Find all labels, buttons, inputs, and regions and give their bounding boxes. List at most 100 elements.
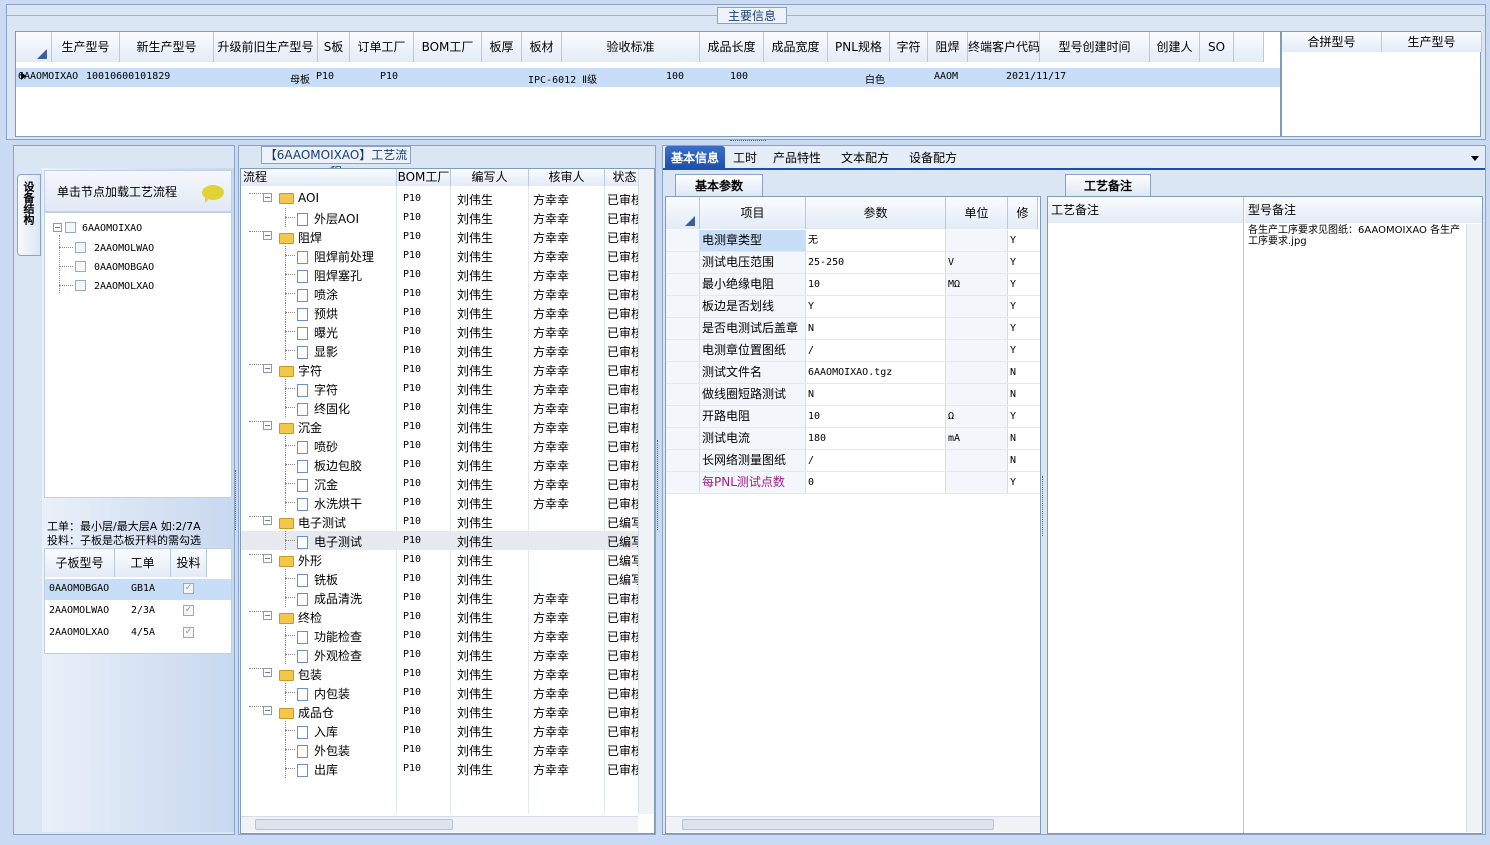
flow-step-row[interactable]: 成品清洗 P10 刘伟生 方幸幸 已审核	[241, 588, 639, 607]
collapse-icon[interactable]: −	[263, 668, 272, 677]
row-header[interactable]	[666, 406, 700, 427]
col-2[interactable]: 升级前旧生产型号	[214, 32, 318, 62]
param-value[interactable]: 25-250	[806, 252, 946, 273]
row-header[interactable]	[666, 296, 700, 317]
params-title[interactable]: 基本参数	[675, 174, 763, 196]
col-12[interactable]: 字符	[890, 32, 928, 62]
param-value[interactable]: 无	[806, 230, 946, 251]
flow-group-row[interactable]: − 成品仓 P10 刘伟生 方幸幸 已审核	[241, 702, 639, 721]
param-col-1[interactable]: 参数	[806, 197, 946, 229]
col-5[interactable]: BOM工厂	[414, 32, 482, 62]
param-row[interactable]: 测试文件名 6AAOMOIXAO.tgz N	[666, 362, 1040, 384]
params-splitter[interactable]	[1042, 476, 1046, 536]
feed-checkbox[interactable]: ✓	[183, 627, 194, 638]
tree-checkbox[interactable]	[75, 242, 86, 253]
col-side-model[interactable]: 生产型号	[1382, 32, 1482, 52]
collapse-icon[interactable]: −	[263, 231, 272, 240]
flow-group-row[interactable]: − 电子测试 P10 刘伟生 已编写	[241, 512, 639, 531]
flow-step-row[interactable]: 板边包胶 P10 刘伟生 方幸幸 已审核	[241, 455, 639, 474]
col-merge-model[interactable]: 合拼型号	[1282, 32, 1382, 52]
horizontal-splitter[interactable]	[730, 140, 766, 144]
flow-col-0[interactable]: 流程	[241, 169, 397, 186]
cell-1[interactable]: 10010600101829	[86, 71, 180, 82]
flow-group-row[interactable]: − 终检 P10 刘伟生 方幸幸 已审核	[241, 607, 639, 626]
param-row[interactable]: 电测章类型无 Y	[666, 230, 1040, 252]
tree-node[interactable]: 0AAOMOBGAO	[59, 258, 154, 274]
collapse-icon[interactable]: −	[263, 554, 272, 563]
collapse-icon[interactable]: −	[263, 611, 272, 620]
tree-checkbox[interactable]	[65, 222, 76, 233]
col-process-remark[interactable]: 工艺备注	[1048, 197, 1244, 223]
row-header[interactable]	[666, 384, 700, 405]
remark-vscroll[interactable]	[1466, 224, 1482, 832]
flow-step-row[interactable]: 显影 P10 刘伟生 方幸幸 已审核	[241, 341, 639, 360]
model-remark-text[interactable]: 各生产工序要求见图纸：6AAOMOIXAO 各生产工序要求.jpg	[1248, 225, 1462, 247]
flow-step-row[interactable]: 预烘 P10 刘伟生 方幸幸 已审核	[241, 303, 639, 322]
col-3[interactable]: S板	[318, 32, 350, 62]
param-value[interactable]: 10	[806, 406, 946, 427]
flow-step-row[interactable]: 喷涂 P10 刘伟生 方幸幸 已审核	[241, 284, 639, 303]
col-17[interactable]: SO	[1200, 32, 1234, 62]
flow-step-row[interactable]: 功能检查 P10 刘伟生 方幸幸 已审核	[241, 626, 639, 645]
param-value[interactable]: 10	[806, 274, 946, 295]
flow-col-1[interactable]: BOM工厂	[397, 169, 451, 186]
col-model-remark[interactable]: 型号备注	[1245, 197, 1482, 223]
param-col-0[interactable]: 项目	[700, 197, 806, 229]
row-header[interactable]	[666, 450, 700, 471]
param-row[interactable]: 开路电阻 10 Ω Y	[666, 406, 1040, 428]
col-10[interactable]: 成品宽度	[764, 32, 828, 62]
cell-12[interactable]: 白色	[856, 71, 894, 86]
param-value[interactable]: Y	[806, 296, 946, 317]
param-col-2[interactable]: 单位	[946, 197, 1008, 229]
sub-row[interactable]: 2AAOMOLXAO 4/5A ✓	[45, 623, 231, 644]
row-header[interactable]	[666, 318, 700, 339]
flow-step-row[interactable]: 铣板 P10 刘伟生 已编写	[241, 569, 639, 588]
param-row[interactable]: 测试电流 180 mA N	[666, 428, 1040, 450]
cell-8[interactable]: IPC-6012 Ⅱ级	[528, 71, 666, 86]
col-4[interactable]: 订单工厂	[350, 32, 414, 62]
flow-step-row[interactable]: 外观检查 P10 刘伟生 方幸幸 已审核	[241, 645, 639, 664]
param-row[interactable]: 电测章位置图纸 / Y	[666, 340, 1040, 362]
flow-step-row[interactable]: 阻焊塞孔 P10 刘伟生 方幸幸 已审核	[241, 265, 639, 284]
flow-step-row[interactable]: 出库 P10 刘伟生 方幸幸 已审核	[241, 759, 639, 778]
row-header[interactable]	[666, 274, 700, 295]
tree-node[interactable]: 2AAOMOLXAO	[59, 277, 154, 293]
col-7[interactable]: 板材	[522, 32, 562, 62]
cell-14[interactable]: AAOM	[934, 71, 1006, 82]
flow-step-row[interactable]: 电子测试 P10 刘伟生 已编写	[241, 531, 639, 550]
tab-0[interactable]: 基本信息	[665, 146, 726, 170]
param-row[interactable]: 做线圈短路测试 N N	[666, 384, 1040, 406]
param-col-3[interactable]: 修	[1008, 197, 1038, 229]
col-15[interactable]: 型号创建时间	[1040, 32, 1150, 62]
param-row[interactable]: 板边是否划线 Y Y	[666, 296, 1040, 318]
col-order[interactable]: 工单	[115, 549, 171, 577]
flow-hscroll-thumb[interactable]	[255, 819, 453, 830]
sub-row[interactable]: 0AAOMOBGAO GB1A ✓	[45, 579, 231, 600]
param-value[interactable]: 6AAOMOIXAO.tgz	[806, 362, 946, 383]
col-6[interactable]: 板厚	[482, 32, 522, 62]
flow-step-row[interactable]: 外层AOI P10 刘伟生 方幸幸 已审核	[241, 208, 639, 227]
cell-9[interactable]: 100	[666, 71, 730, 82]
remarks-title[interactable]: 工艺备注	[1065, 174, 1151, 196]
collapse-icon[interactable]: −	[263, 421, 272, 430]
flow-step-row[interactable]: 喷砂 P10 刘伟生 方幸幸 已审核	[241, 436, 639, 455]
cell-4[interactable]: P10	[316, 71, 380, 82]
sub-row[interactable]: 2AAOMOLWAO 2/3A ✓	[45, 601, 231, 622]
tab-3[interactable]: 文本配方	[835, 146, 895, 170]
flow-vscroll[interactable]	[638, 169, 654, 814]
param-value[interactable]: /	[806, 450, 946, 471]
col-13[interactable]: 阻焊	[928, 32, 968, 62]
vertical-tab-structure[interactable]: 设备结构	[17, 174, 41, 256]
tab-2[interactable]: 产品特性	[767, 146, 827, 170]
col-sub-model[interactable]: 子板型号	[45, 549, 115, 577]
param-row[interactable]: 最小绝缘电阻 10 MΩ Y	[666, 274, 1040, 296]
flow-step-row[interactable]: 字符 P10 刘伟生 方幸幸 已审核	[241, 379, 639, 398]
param-value[interactable]: N	[806, 318, 946, 339]
flow-group-row[interactable]: − 沉金 P10 刘伟生 方幸幸 已审核	[241, 417, 639, 436]
flow-group-row[interactable]: − 字符 P10 刘伟生 方幸幸 已审核	[241, 360, 639, 379]
col-feed[interactable]: 投料	[171, 549, 207, 577]
tree-checkbox[interactable]	[75, 261, 86, 272]
tab-4[interactable]: 设备配方	[903, 146, 963, 170]
flow-group-row[interactable]: − 包装 P10 刘伟生 方幸幸 已审核	[241, 664, 639, 683]
flow-step-row[interactable]: 曝光 P10 刘伟生 方幸幸 已审核	[241, 322, 639, 341]
